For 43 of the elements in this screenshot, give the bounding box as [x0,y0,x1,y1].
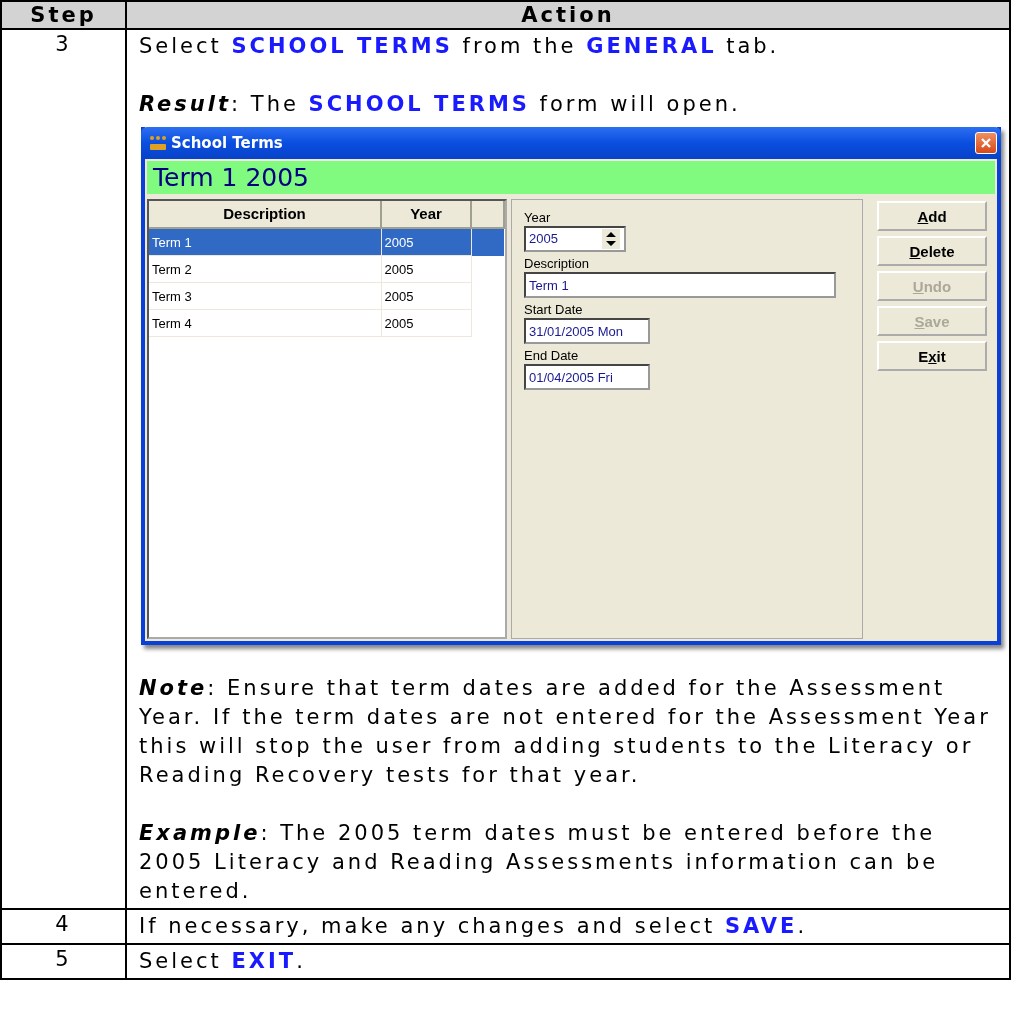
window-title: School Terms [171,134,284,152]
instruction-text: Select EXIT. [139,948,307,975]
instruction-text: Note: Ensure that term dates are added for the Assessment Year. If the term dates are not entered for the Assessment Year this will stop the user from adding students to the Literacy or Reading Recovery tests for that year. [139,675,992,789]
list-row[interactable]: Term 1 2005 [149,228,504,256]
list-column-header[interactable]: Description [149,201,381,228]
close-button[interactable] [975,132,997,154]
field-label: Year [524,210,551,226]
year-value: 2005 [528,230,559,248]
list-cell: Term 2 [149,255,381,283]
list-column-header[interactable]: Year [381,201,471,228]
close-icon [980,137,992,149]
list-cell: 2005 [381,255,471,283]
list-row[interactable]: Term 3 2005 [149,282,504,310]
date-field[interactable]: 01/04/2005 Fri [524,364,650,390]
app-icon [149,134,167,152]
field-label: End Date [524,348,579,364]
instruction-text: Select SCHOOL TERMS from the GENERAL tab. [139,33,781,60]
date-field[interactable]: 31/01/2005 Mon [524,318,650,344]
instruction-text: If necessary, make any changes and select SAVE. [139,913,809,940]
instruction-text: Result: The SCHOOL TERMS form will open. [139,91,742,118]
list-row[interactable]: Term 2 2005 [149,255,504,283]
field-label: Description [524,256,590,272]
list-cell: 2005 [381,282,471,310]
record-banner: Term 1 2005 [145,159,997,196]
form-button[interactable]: Delete [877,236,987,266]
form-button[interactable]: Exit [877,341,987,371]
form-button[interactable]: Add [877,201,987,231]
step-number: 4 [1,909,126,944]
column-header: Step [1,1,126,29]
list-cell: 2005 [381,309,471,337]
description-field[interactable]: Term 1 [524,272,836,298]
step-number: 3 [1,29,126,909]
spinner-control[interactable] [602,229,620,249]
step-number: 5 [1,944,126,979]
field-label: Start Date [524,302,583,318]
year-field[interactable]: 2005 [524,226,626,252]
list-cell: Term 1 [149,228,381,256]
instruction-text: Example: The 2005 term dates must be entered before the 2005 Literacy and Reading Assessments information can be entered. [139,820,940,905]
list-cell: 2005 [381,228,471,256]
column-header: Action [126,1,1010,29]
list-cell: Term 4 [149,309,381,337]
list-cell: Term 3 [149,282,381,310]
list-row[interactable]: Term 4 2005 [149,309,504,337]
